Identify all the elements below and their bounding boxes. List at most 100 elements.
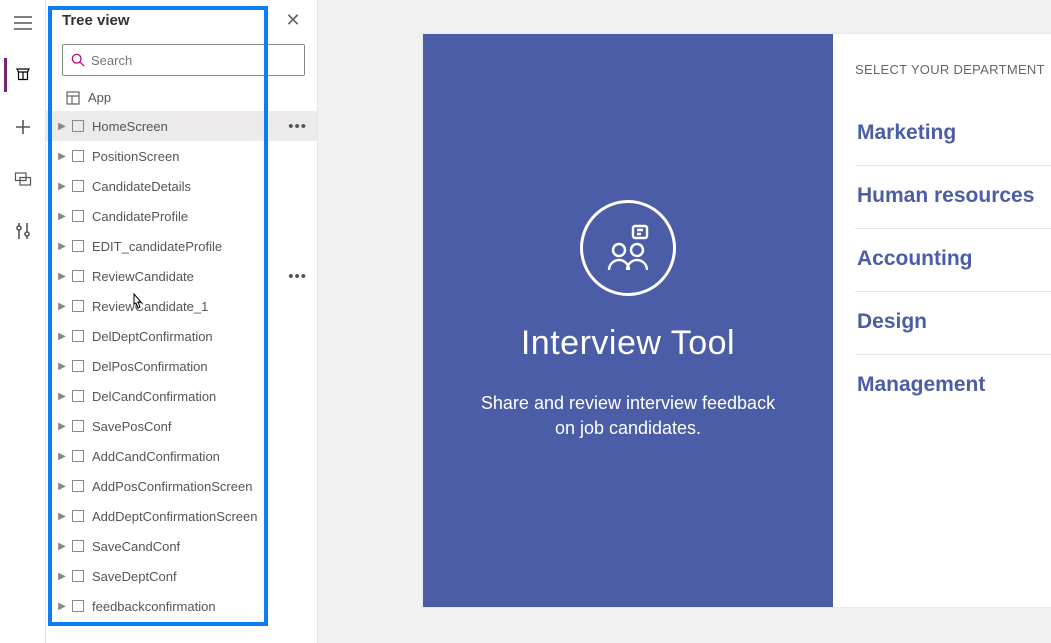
screen-icon bbox=[72, 270, 84, 282]
screen-icon bbox=[72, 600, 84, 612]
tree-item-label: AddCandConfirmation bbox=[92, 449, 311, 464]
chevron-right-icon: ▶ bbox=[56, 481, 68, 492]
department-item[interactable]: Design bbox=[855, 292, 1051, 355]
data-button[interactable] bbox=[6, 162, 40, 196]
screen-icon bbox=[72, 510, 84, 522]
tree-item-CandidateProfile[interactable]: ▶CandidateProfile••• bbox=[46, 201, 317, 231]
tree-item-SaveCandConf[interactable]: ▶SaveCandConf••• bbox=[46, 531, 317, 561]
screen-icon bbox=[72, 330, 84, 342]
tree-item-label: PositionScreen bbox=[92, 149, 311, 164]
tree-item-HomeScreen[interactable]: ▶ HomeScreen••• bbox=[46, 111, 317, 141]
app-preview: Interview Tool Share and review intervie… bbox=[423, 34, 1051, 607]
screen-icon bbox=[72, 180, 84, 192]
chevron-right-icon: ▶ bbox=[56, 421, 68, 432]
app-subtitle: Share and review interview feedback on j… bbox=[478, 391, 778, 441]
more-icon[interactable]: ••• bbox=[284, 118, 311, 135]
tree-item-AddDeptConfirmationScreen[interactable]: ▶AddDeptConfirmationScreen••• bbox=[46, 501, 317, 531]
more-icon[interactable]: ••• bbox=[284, 268, 311, 285]
screen-icon bbox=[72, 420, 84, 432]
tree-item-label: CandidateProfile bbox=[92, 209, 311, 224]
settings-button[interactable] bbox=[6, 214, 40, 248]
department-panel: SELECT YOUR DEPARTMENT MarketingHuman re… bbox=[833, 34, 1051, 607]
app-icon bbox=[66, 91, 80, 105]
department-heading: SELECT YOUR DEPARTMENT bbox=[855, 62, 1051, 77]
chevron-right-icon: ▶ bbox=[56, 331, 68, 342]
tree-item-label: DelPosConfirmation bbox=[92, 359, 311, 374]
screen-icon bbox=[72, 540, 84, 552]
tree-list: ▶HomeScreen•••▶PositionScreen•••▶Candida… bbox=[46, 111, 317, 643]
tree-item-feedbackconfirmation[interactable]: ▶feedbackconfirmation••• bbox=[46, 591, 317, 621]
department-item[interactable]: Management bbox=[855, 355, 1051, 417]
canvas-area: Interview Tool Share and review intervie… bbox=[318, 0, 1051, 643]
tree-item-label: HomeScreen bbox=[92, 119, 284, 134]
app-title: Interview Tool bbox=[521, 324, 735, 363]
search-input-wrapper[interactable] bbox=[62, 44, 305, 76]
tree-item-label: EDIT_candidateProfile bbox=[92, 239, 311, 254]
screen-icon bbox=[72, 570, 84, 582]
tree-item-label: SavePosConf bbox=[92, 419, 311, 434]
tree-item-label: DelDeptConfirmation bbox=[92, 329, 311, 344]
tree-item-label: SaveDeptConf bbox=[92, 569, 311, 584]
preview-splash: Interview Tool Share and review intervie… bbox=[423, 34, 833, 607]
tree-view-pane: Tree view ✕ App ▶HomeScreen•••▶PositionS… bbox=[46, 0, 318, 643]
tree-item-DelDeptConfirmation[interactable]: ▶DelDeptConfirmation••• bbox=[46, 321, 317, 351]
tree-item-PositionScreen[interactable]: ▶PositionScreen••• bbox=[46, 141, 317, 171]
department-item[interactable]: Human resources bbox=[855, 166, 1051, 229]
chevron-right-icon: ▶ bbox=[56, 241, 68, 252]
tree-item-label: DelCandConfirmation bbox=[92, 389, 311, 404]
tree-item-CandidateDetails[interactable]: ▶CandidateDetails••• bbox=[46, 171, 317, 201]
tree-item-ReviewCandidate[interactable]: ▶ ReviewCandidate••• bbox=[46, 261, 317, 291]
screen-icon bbox=[72, 120, 84, 132]
hamburger-button[interactable] bbox=[6, 6, 40, 40]
app-root-label: App bbox=[88, 90, 111, 105]
department-list: MarketingHuman resourcesAccountingDesign… bbox=[855, 103, 1051, 417]
app-logo-icon bbox=[580, 200, 676, 296]
left-rail bbox=[0, 0, 46, 643]
screen-icon bbox=[72, 150, 84, 162]
close-icon[interactable]: ✕ bbox=[281, 10, 305, 31]
tree-item-label: AddPosConfirmationScreen bbox=[92, 479, 311, 494]
tree-item-AddPosConfirmationScreen[interactable]: ▶AddPosConfirmationScreen••• bbox=[46, 471, 317, 501]
tree-item-label: AddDeptConfirmationScreen bbox=[92, 509, 311, 524]
tree-item-label: ReviewCandidate bbox=[92, 269, 284, 284]
tree-item-label: CandidateDetails bbox=[92, 179, 311, 194]
chevron-right-icon: ▶ bbox=[56, 151, 68, 162]
tree-item-label: ReviewCandidate_1 bbox=[92, 299, 311, 314]
screen-icon bbox=[72, 300, 84, 312]
insert-button[interactable] bbox=[6, 110, 40, 144]
department-item[interactable]: Marketing bbox=[855, 103, 1051, 166]
chevron-right-icon: ▶ bbox=[56, 301, 68, 312]
tree-item-AddCandConfirmation[interactable]: ▶AddCandConfirmation••• bbox=[46, 441, 317, 471]
chevron-right-icon: ▶ bbox=[56, 511, 68, 522]
screen-icon bbox=[72, 210, 84, 222]
tree-view-title: Tree view bbox=[62, 12, 130, 29]
tree-item-label: feedbackconfirmation bbox=[92, 599, 311, 614]
search-input[interactable] bbox=[91, 53, 296, 68]
chevron-right-icon: ▶ bbox=[56, 541, 68, 552]
chevron-right-icon: ▶ bbox=[56, 361, 68, 372]
screen-icon bbox=[72, 360, 84, 372]
chevron-right-icon: ▶ bbox=[56, 211, 68, 222]
tree-item-SaveDeptConf[interactable]: ▶SaveDeptConf••• bbox=[46, 561, 317, 591]
app-root-row[interactable]: App bbox=[46, 84, 317, 111]
tree-item-DelCandConfirmation[interactable]: ▶DelCandConfirmation••• bbox=[46, 381, 317, 411]
chevron-right-icon: ▶ bbox=[56, 601, 68, 612]
tree-item-SavePosConf[interactable]: ▶SavePosConf••• bbox=[46, 411, 317, 441]
screen-icon bbox=[72, 390, 84, 402]
tree-view-button[interactable] bbox=[4, 58, 38, 92]
screen-icon bbox=[72, 240, 84, 252]
chevron-right-icon: ▶ bbox=[56, 181, 68, 192]
tree-item-ReviewCandidate_1[interactable]: ▶ReviewCandidate_1••• bbox=[46, 291, 317, 321]
chevron-right-icon: ▶ bbox=[56, 451, 68, 462]
chevron-right-icon: ▶ bbox=[56, 391, 68, 402]
chevron-right-icon: ▶ bbox=[56, 271, 68, 282]
tree-item-EDIT_candidateProfile[interactable]: ▶EDIT_candidateProfile••• bbox=[46, 231, 317, 261]
department-item[interactable]: Accounting bbox=[855, 229, 1051, 292]
chevron-right-icon: ▶ bbox=[56, 571, 68, 582]
chevron-right-icon: ▶ bbox=[56, 121, 68, 132]
screen-icon bbox=[72, 480, 84, 492]
search-icon bbox=[71, 53, 85, 67]
tree-item-DelPosConfirmation[interactable]: ▶DelPosConfirmation••• bbox=[46, 351, 317, 381]
tree-item-label: SaveCandConf bbox=[92, 539, 311, 554]
screen-icon bbox=[72, 450, 84, 462]
